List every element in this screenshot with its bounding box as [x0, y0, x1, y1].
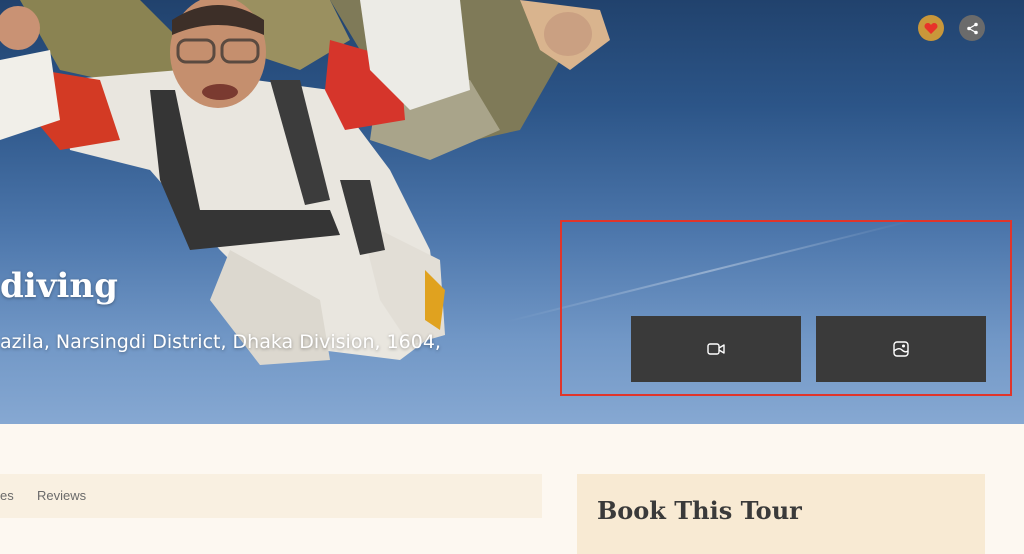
tour-address: azila, Narsingdi District, Dhaka Divisio… — [0, 331, 441, 353]
highlight-annotation — [560, 220, 1012, 396]
skydiver-photo — [0, 0, 610, 365]
tab-partial[interactable]: es — [0, 488, 14, 503]
share-button[interactable] — [959, 15, 985, 41]
tour-title: diving — [0, 266, 118, 306]
tour-tabs: es Reviews — [0, 474, 542, 518]
share-icon — [966, 22, 978, 34]
tab-reviews[interactable]: Reviews — [37, 488, 86, 503]
heart-icon — [924, 22, 938, 34]
booking-title: Book This Tour — [597, 496, 802, 525]
booking-card: Book This Tour — [577, 474, 985, 554]
favorite-button[interactable] — [918, 15, 944, 41]
